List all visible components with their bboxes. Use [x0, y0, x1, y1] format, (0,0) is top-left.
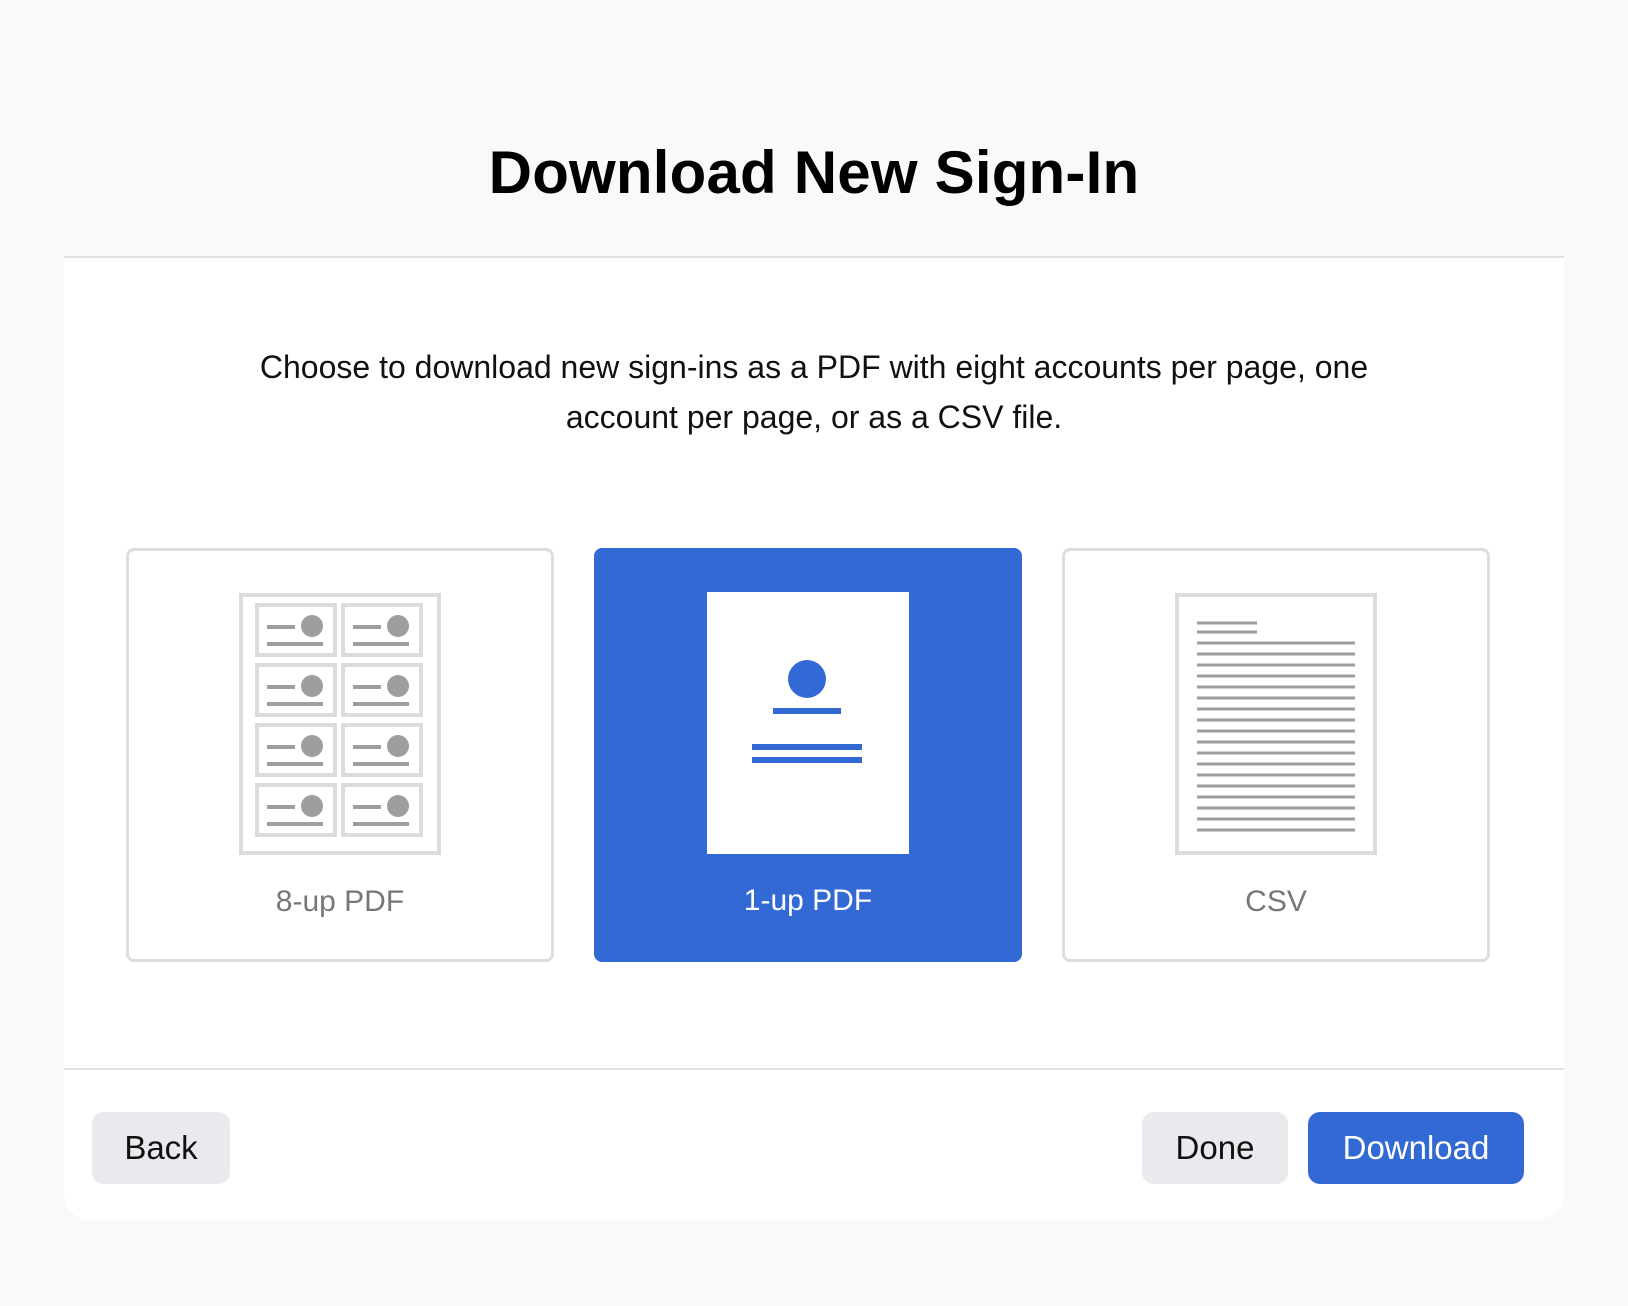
option-1-up-pdf[interactable]: 1-up PDF: [594, 548, 1022, 962]
format-options: 8-up PDF 1-up PDF CSV: [126, 548, 1490, 962]
dialog-description: Choose to download new sign-ins as a PDF…: [259, 349, 1369, 435]
csv-file-icon: [1175, 593, 1377, 855]
option-label: 1-up PDF: [743, 884, 873, 917]
back-button[interactable]: Back: [92, 1112, 230, 1184]
done-button[interactable]: Done: [1142, 1112, 1288, 1184]
dialog-header: Download New Sign-In: [64, 88, 1564, 258]
dialog-footer: Back Done Download: [64, 1070, 1564, 1220]
dialog-body: Choose to download new sign-ins as a PDF…: [64, 258, 1564, 1070]
8-up-pdf-icon: [239, 593, 441, 855]
option-label: 8-up PDF: [275, 885, 405, 918]
download-dialog: Download New Sign-In Choose to download …: [64, 88, 1564, 1220]
1-up-pdf-icon: [707, 592, 909, 854]
download-button[interactable]: Download: [1308, 1112, 1524, 1184]
option-label: CSV: [1245, 885, 1307, 918]
option-csv[interactable]: CSV: [1062, 548, 1490, 962]
dialog-title: Download New Sign-In: [488, 138, 1140, 206]
option-8-up-pdf[interactable]: 8-up PDF: [126, 548, 554, 962]
